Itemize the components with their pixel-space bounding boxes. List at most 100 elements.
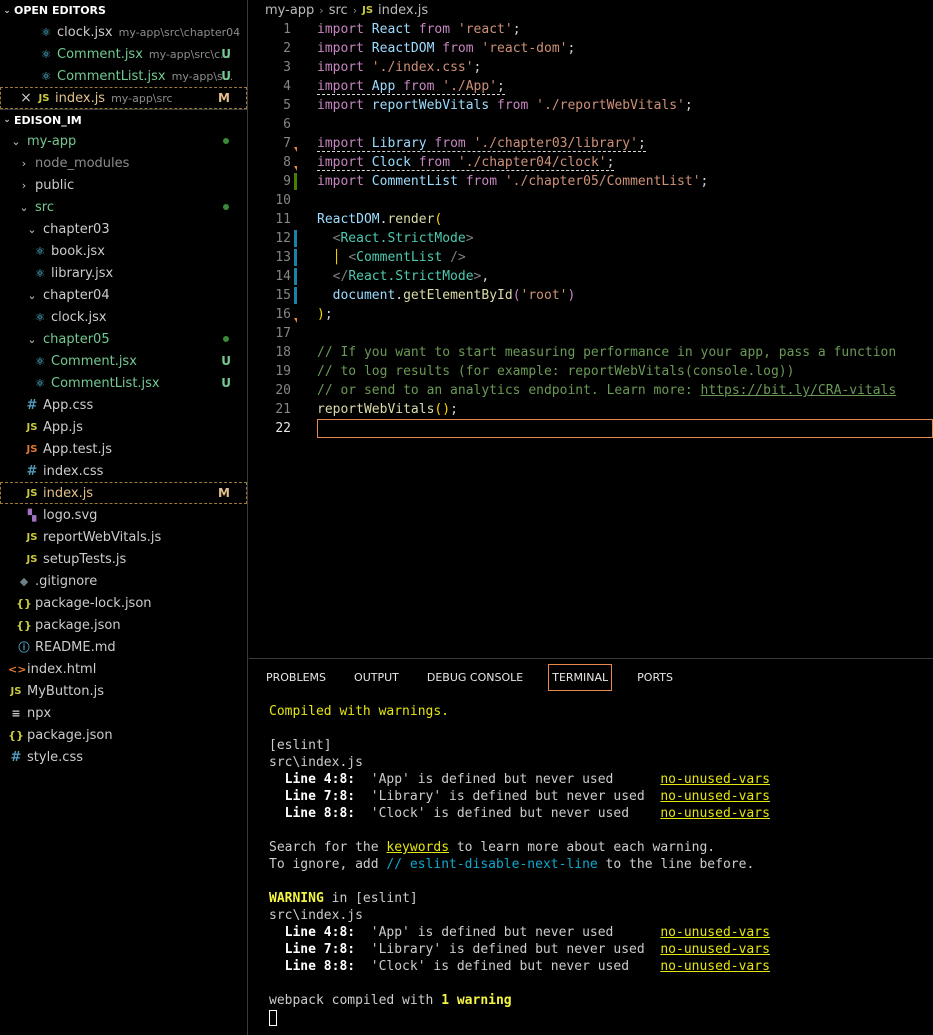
breadcrumb-item[interactable]: my-app xyxy=(265,3,314,18)
tree-file[interactable]: ⚛ clock.jsx xyxy=(0,306,247,328)
folder-name: chapter03 xyxy=(43,221,110,237)
breadcrumb: my-app › src › JS index.js xyxy=(249,0,933,20)
open-editor-item-active[interactable]: × JS index.js my-app\src M xyxy=(0,87,247,109)
react-icon: ⚛ xyxy=(41,25,51,39)
tree-file[interactable]: # App.css xyxy=(0,394,247,416)
code-line: 11 ReactDOM.render( xyxy=(249,210,933,229)
close-icon[interactable]: × xyxy=(19,90,33,106)
react-icon: ⚛ xyxy=(35,310,45,324)
line-number: 12 xyxy=(275,231,291,246)
tree-file[interactable]: # index.css xyxy=(0,460,247,482)
code-area[interactable]: 1 import React from 'react'; 2 import Reac… xyxy=(249,20,933,438)
code-line: 3 import './index.css'; xyxy=(249,58,933,77)
code-line: 14 </React.StrictMode>, xyxy=(249,267,933,286)
tree-file[interactable]: ⚛ CommentList.jsx U xyxy=(0,372,247,394)
breadcrumb-item[interactable]: src xyxy=(329,3,348,18)
json-braces-icon: {} xyxy=(8,728,24,742)
open-editor-item[interactable]: ⚛ clock.jsx my-app\src\chapter04 xyxy=(0,21,247,43)
file-name: .gitignore xyxy=(35,573,98,589)
tab-problems[interactable]: PROBLEMS xyxy=(263,665,329,690)
breadcrumb-item[interactable]: index.js xyxy=(378,3,428,18)
tree-file[interactable]: ⚛ book.jsx xyxy=(0,240,247,262)
code-line-current[interactable]: 22 xyxy=(249,419,933,438)
open-editors-title: OPEN EDITORS xyxy=(14,4,106,17)
tab-debug-console[interactable]: DEBUG CONSOLE xyxy=(424,665,526,690)
git-status-badge: U xyxy=(221,354,231,368)
terminal-line: src\index.js xyxy=(269,755,363,770)
tree-file[interactable]: {} package-lock.json xyxy=(0,592,247,614)
tree-file[interactable]: ≡ npx xyxy=(0,702,247,724)
line-number: 10 xyxy=(275,193,291,208)
react-icon: ⚛ xyxy=(41,69,51,83)
terminal-output[interactable]: Compiled with warnings. [eslint] src\ind… xyxy=(269,703,770,1026)
open-editor-item[interactable]: ⚛ CommentList.jsx my-app\s... U xyxy=(0,65,247,87)
tree-folder[interactable]: › node_modules xyxy=(0,152,247,174)
line-number: 1 xyxy=(283,22,291,37)
tree-folder[interactable]: ⌄ chapter05 xyxy=(0,328,247,350)
tab-output[interactable]: OUTPUT xyxy=(351,665,402,690)
line-number: 7 xyxy=(283,136,291,151)
js-file-icon: JS xyxy=(10,685,22,697)
folder-name: chapter04 xyxy=(43,287,110,303)
tree-file[interactable]: JS App.test.js xyxy=(0,438,247,460)
tree-file[interactable]: JS reportWebVitals.js xyxy=(0,526,247,548)
tree-file[interactable]: ◆ .gitignore xyxy=(0,570,247,592)
file-name: CommentList.jsx xyxy=(57,68,166,84)
open-editors-header[interactable]: ⌄ OPEN EDITORS xyxy=(0,0,247,21)
chevron-down-icon: ⌄ xyxy=(3,115,11,125)
json-braces-icon: {} xyxy=(16,618,32,632)
git-status-badge: M xyxy=(218,91,230,105)
open-editor-item[interactable]: ⚛ Comment.jsx my-app\src\c... U xyxy=(0,43,247,65)
line-number: 8 xyxy=(283,155,291,170)
file-name: reportWebVitals.js xyxy=(43,529,162,545)
line-number: 22 xyxy=(275,421,291,436)
code-line: 13 │ <CommentList /> xyxy=(249,248,933,267)
tree-file-active[interactable]: JS index.js M xyxy=(0,482,247,504)
tab-terminal[interactable]: TERMINAL xyxy=(548,663,613,691)
tree-folder[interactable]: ⌄ chapter04 xyxy=(0,284,247,306)
terminal-line: [eslint] xyxy=(269,738,332,753)
tree-folder[interactable]: ⌄ chapter03 xyxy=(0,218,247,240)
modified-line-marker xyxy=(294,268,297,285)
tree-file[interactable]: JS setupTests.js xyxy=(0,548,247,570)
terminal-line: Line 4:8: 'App' is defined but never use… xyxy=(269,925,770,940)
folder-name: my-app xyxy=(27,133,77,149)
tree-file[interactable]: ⚛ library.jsx xyxy=(0,262,247,284)
tree-file[interactable]: {} package.json xyxy=(0,724,247,746)
tree-file[interactable]: ⚛ Comment.jsx U xyxy=(0,350,247,372)
modified-dot xyxy=(223,138,229,144)
file-name: book.jsx xyxy=(51,243,105,259)
git-status-badge: U xyxy=(221,69,231,83)
line-number: 3 xyxy=(283,60,291,75)
line-number: 5 xyxy=(283,98,291,113)
tree-file[interactable]: ⓘ README.md xyxy=(0,636,247,658)
terminal-line: webpack compiled with 1 warning xyxy=(269,993,512,1008)
modified-dot xyxy=(223,336,229,342)
file-name: library.jsx xyxy=(51,265,114,281)
code-editor[interactable]: my-app › src › JS index.js 1 import React… xyxy=(249,0,933,658)
tree-folder[interactable]: › public xyxy=(0,174,247,196)
tree-file[interactable]: # style.css xyxy=(0,746,247,768)
tree-file[interactable]: ▚ logo.svg xyxy=(0,504,247,526)
tree-file[interactable]: {} package.json xyxy=(0,614,247,636)
tree-folder[interactable]: ⌄ my-app xyxy=(0,130,247,152)
json-braces-icon: {} xyxy=(16,596,32,610)
tree-folder[interactable]: ⌄ src xyxy=(0,196,247,218)
code-line: 5 import reportWebVitals from './reportWe… xyxy=(249,96,933,115)
js-file-icon: JS xyxy=(362,4,374,16)
tree-file[interactable]: <> index.html xyxy=(0,658,247,680)
terminal-cursor[interactable] xyxy=(269,1009,277,1026)
tab-ports[interactable]: PORTS xyxy=(634,665,676,690)
chevron-down-icon: ⌄ xyxy=(3,5,11,16)
tree-file[interactable]: JS App.js xyxy=(0,416,247,438)
file-name: Comment.jsx xyxy=(51,353,137,369)
workspace-header[interactable]: ⌄ EDISON_IM xyxy=(0,109,247,130)
terminal-line: Line 7:8: 'Library' is defined but never… xyxy=(269,942,770,957)
react-icon: ⚛ xyxy=(35,354,45,368)
workspace-title: EDISON_IM xyxy=(14,113,82,127)
tree-file[interactable]: JS MyButton.js xyxy=(0,680,247,702)
chevron-down-icon: ⌄ xyxy=(11,134,21,148)
